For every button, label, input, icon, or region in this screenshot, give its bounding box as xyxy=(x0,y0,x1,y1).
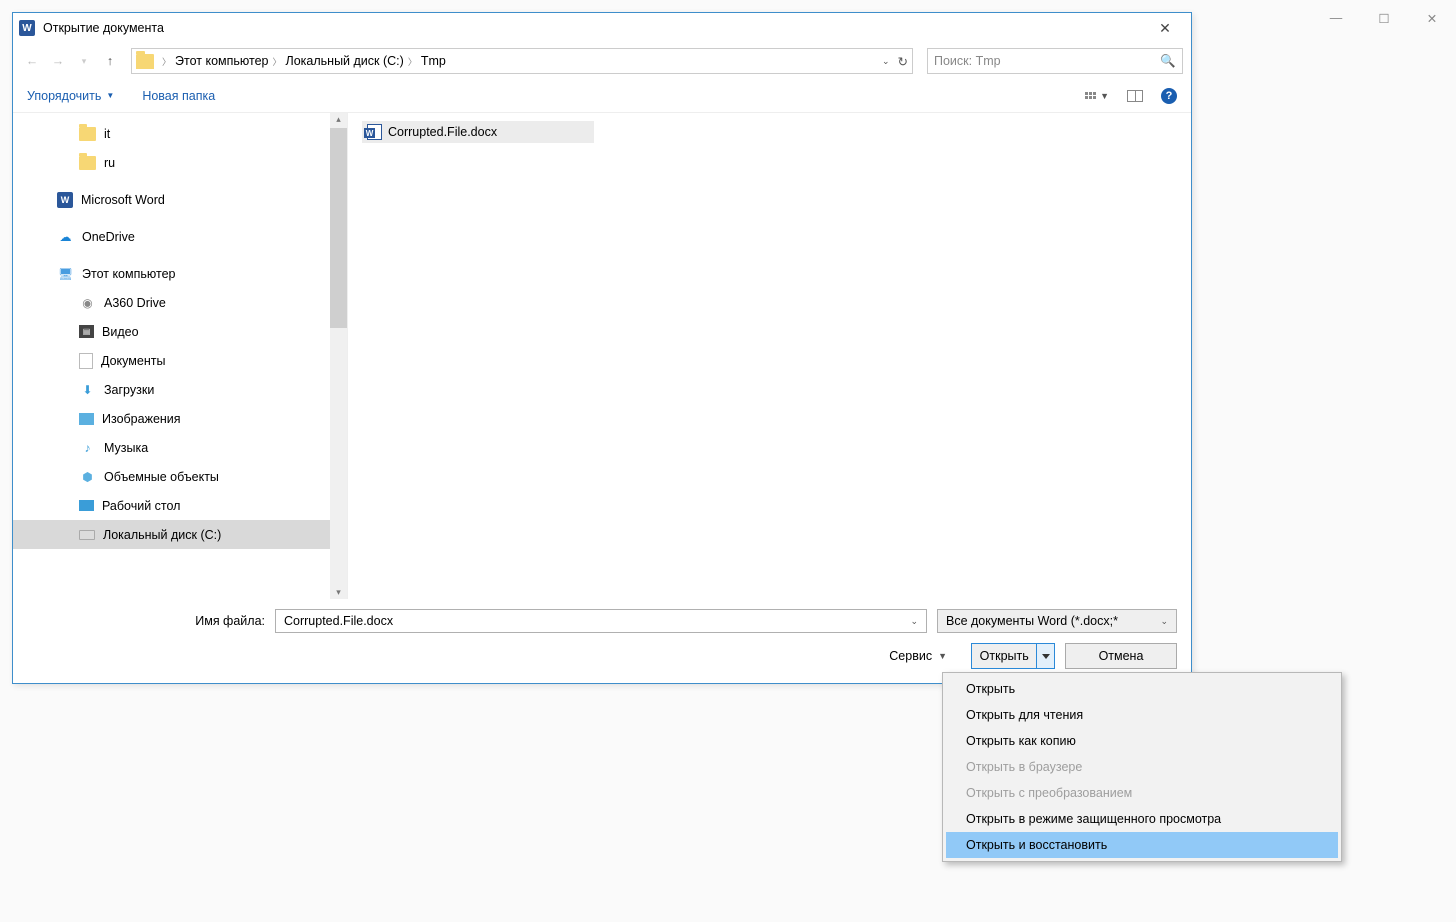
navigation-row: ← → ▾ ↑ 〉 Этот компьютер 〉 Локальный дис… xyxy=(13,43,1191,79)
dialog-body: it ru WMicrosoft Word ☁OneDrive 🖥Этот компью… xyxy=(13,113,1191,599)
tree-item-desktop[interactable]: Рабочий стол xyxy=(13,491,347,520)
open-menu-item[interactable]: Открыть для чтения xyxy=(946,702,1338,728)
filename-value: Corrupted.File.docx xyxy=(284,614,393,628)
open-menu-item[interactable]: Открыть в режиме защищенного просмотра xyxy=(946,806,1338,832)
scroll-down-icon[interactable]: ▾ xyxy=(333,587,344,598)
navigation-tree: it ru WMicrosoft Word ☁OneDrive 🖥Этот компью… xyxy=(13,113,348,599)
tree-item-label: A360 Drive xyxy=(104,296,166,310)
chevron-right-icon: 〉 xyxy=(273,55,282,68)
nav-forward-button[interactable]: → xyxy=(47,50,69,72)
file-type-filter[interactable]: Все документы Word (*.docx;* ⌄ xyxy=(937,609,1177,633)
bg-close-icon: ✕ xyxy=(1418,8,1446,28)
breadcrumb-root[interactable]: Этот компьютер xyxy=(175,54,268,68)
triangle-down-icon xyxy=(1042,654,1050,659)
tree-item-label: ru xyxy=(104,156,115,170)
file-list[interactable]: Corrupted.File.docx xyxy=(348,113,1191,599)
tree-item-label: Видео xyxy=(102,325,139,339)
open-menu-item: Открыть с преобразованием xyxy=(946,780,1338,806)
open-split-button[interactable]: Открыть xyxy=(971,643,1055,669)
view-mode-button[interactable]: ▼ xyxy=(1085,91,1109,101)
address-bar[interactable]: 〉 Этот компьютер 〉 Локальный диск (C:) 〉… xyxy=(131,48,913,74)
tree-scrollbar[interactable]: ▴ ▾ xyxy=(330,113,347,599)
tree-item-label: Загрузки xyxy=(104,383,154,397)
tree-item-music[interactable]: ♪Музыка xyxy=(13,433,347,462)
open-button-dropdown-menu: ОткрытьОткрыть для чтенияОткрыть как коп… xyxy=(942,672,1342,862)
tree-item-folder[interactable]: it xyxy=(13,119,347,148)
breadcrumb-folder[interactable]: Tmp xyxy=(421,54,446,68)
nav-back-button[interactable]: ← xyxy=(21,50,43,72)
breadcrumb-drive[interactable]: Локальный диск (C:) xyxy=(286,54,404,68)
help-button[interactable]: ? xyxy=(1161,88,1177,104)
tree-item-onedrive[interactable]: ☁OneDrive xyxy=(13,222,347,251)
tree-item-folder[interactable]: ru xyxy=(13,148,347,177)
tree-item-drive[interactable]: Локальный диск (C:) xyxy=(13,520,347,549)
nav-up-button[interactable]: ↑ xyxy=(99,50,121,72)
tree-item-label: Рабочий стол xyxy=(102,499,180,513)
tree-item-docs[interactable]: Документы xyxy=(13,346,347,375)
word-app-icon: W xyxy=(19,20,35,36)
search-placeholder: Поиск: Tmp xyxy=(934,54,1001,68)
open-menu-item[interactable]: Открыть xyxy=(946,676,1338,702)
tree-item-label: it xyxy=(104,127,110,141)
chevron-right-icon: 〉 xyxy=(408,55,417,68)
open-menu-item[interactable]: Открыть и восстановить xyxy=(946,832,1338,858)
bg-minimize-icon: — xyxy=(1322,8,1350,28)
nav-recent-dropdown[interactable]: ▾ xyxy=(73,50,95,72)
word-document-icon xyxy=(367,124,382,140)
dialog-title: Открытие документа xyxy=(43,21,1145,35)
tree-item-3d[interactable]: ⬢Объемные объекты xyxy=(13,462,347,491)
chevron-down-icon: ▼ xyxy=(1100,91,1109,101)
search-input[interactable]: Поиск: Tmp 🔍 xyxy=(927,48,1183,74)
chevron-down-icon[interactable]: ⌄ xyxy=(910,616,918,627)
tree-item-wordapp[interactable]: WMicrosoft Word xyxy=(13,185,347,214)
tree-item-label: Microsoft Word xyxy=(81,193,165,207)
tree-item-downloads[interactable]: ⬇Загрузки xyxy=(13,375,347,404)
filename-input[interactable]: Corrupted.File.docx ⌄ xyxy=(275,609,927,633)
tree-item-label: OneDrive xyxy=(82,230,135,244)
chevron-down-icon: ▼ xyxy=(938,651,947,661)
tree-item-label: Документы xyxy=(101,354,165,368)
background-window-controls: — ☐ ✕ xyxy=(1322,8,1446,28)
tree-item-label: Изображения xyxy=(102,412,181,426)
new-folder-button[interactable]: Новая папка xyxy=(142,89,215,103)
tree-item-label: Локальный диск (C:) xyxy=(103,528,221,542)
search-icon: 🔍 xyxy=(1160,54,1176,69)
open-button[interactable]: Открыть xyxy=(972,649,1036,663)
address-history-dropdown[interactable]: ⌄ xyxy=(882,56,890,67)
chevron-down-icon: ⌄ xyxy=(1160,616,1168,627)
tree-item-video[interactable]: ▤Видео xyxy=(13,317,347,346)
folder-icon xyxy=(136,54,154,69)
file-item[interactable]: Corrupted.File.docx xyxy=(362,121,594,143)
open-menu-item[interactable]: Открыть как копию xyxy=(946,728,1338,754)
tree-item-label: Объемные объекты xyxy=(104,470,219,484)
preview-pane-button[interactable] xyxy=(1127,90,1143,102)
cancel-button[interactable]: Отмена xyxy=(1065,643,1177,669)
tree-item-images[interactable]: Изображения xyxy=(13,404,347,433)
tree-item-pc[interactable]: 🖥Этот компьютер xyxy=(13,259,347,288)
bg-maximize-icon: ☐ xyxy=(1370,8,1398,28)
file-name: Corrupted.File.docx xyxy=(388,125,497,139)
refresh-button[interactable]: ↻ xyxy=(898,54,908,69)
scroll-up-icon[interactable]: ▴ xyxy=(333,114,344,125)
filter-text: Все документы Word (*.docx;* xyxy=(946,614,1118,628)
scroll-thumb[interactable] xyxy=(330,128,347,328)
organize-button[interactable]: Упорядочить ▼ xyxy=(27,89,114,103)
open-dropdown-toggle[interactable] xyxy=(1036,644,1054,668)
tree-item-label: Музыка xyxy=(104,441,148,455)
chevron-right-icon: 〉 xyxy=(162,55,171,68)
chevron-down-icon: ▼ xyxy=(106,91,114,100)
filename-label: Имя файла: xyxy=(27,614,265,628)
dialog-titlebar: W Открытие документа ✕ xyxy=(13,13,1191,43)
file-open-dialog: W Открытие документа ✕ ← → ▾ ↑ 〉 Этот ко… xyxy=(12,12,1192,684)
dialog-footer: Имя файла: Corrupted.File.docx ⌄ Все док… xyxy=(13,599,1191,683)
open-menu-item: Открыть в браузере xyxy=(946,754,1338,780)
tree-item-label: Этот компьютер xyxy=(82,267,175,281)
tools-button[interactable]: Сервис ▼ xyxy=(889,649,947,663)
dialog-toolbar: Упорядочить ▼ Новая папка ▼ ? xyxy=(13,79,1191,113)
dialog-close-button[interactable]: ✕ xyxy=(1145,20,1185,37)
tree-item-a360[interactable]: ◉A360 Drive xyxy=(13,288,347,317)
